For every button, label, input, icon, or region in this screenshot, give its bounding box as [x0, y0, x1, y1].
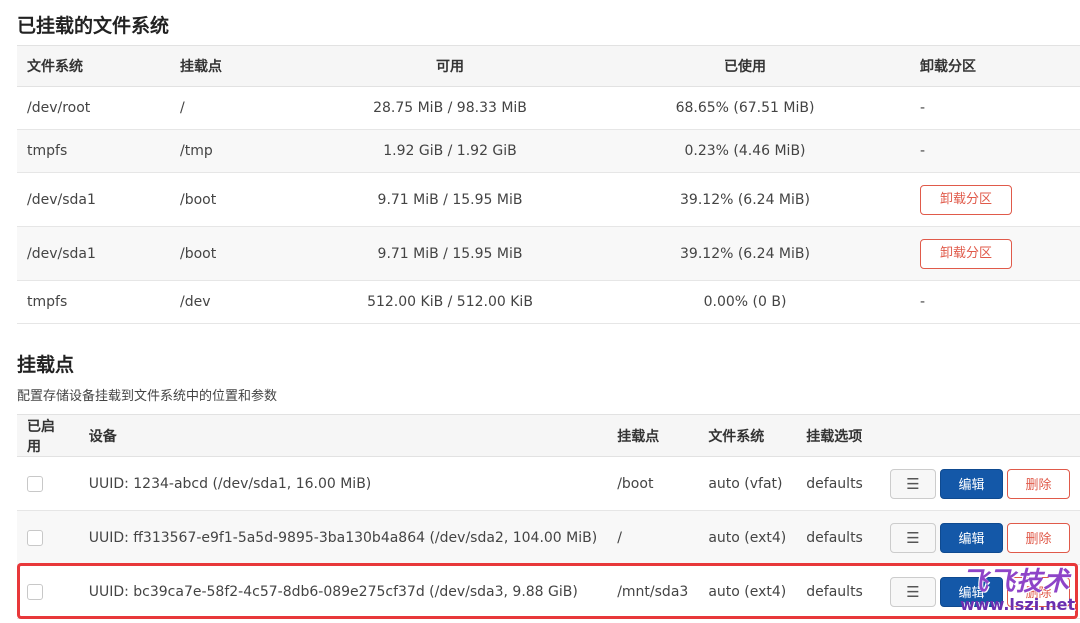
reorder-button[interactable]: ☰: [890, 468, 936, 499]
mounted-filesystems-title: 已挂载的文件系统: [17, 15, 170, 37]
cell-device: UUID: 1234-abcd (/dev/sda1, 16.00 MiB): [78, 456, 608, 511]
edit-button[interactable]: 编辑: [940, 468, 1003, 499]
cell-enabled: [17, 456, 79, 511]
delete-button[interactable]: 删除: [1007, 576, 1070, 607]
mountpoints-title: 挂载点: [17, 354, 75, 376]
cell-mountpoint: /dev: [170, 280, 320, 324]
cell-unmount: -: [910, 129, 1080, 173]
col-header-mountpoint: 挂载点: [607, 414, 699, 457]
table-header-row: 已启用 设备 挂载点 文件系统 挂载选项: [17, 414, 1080, 457]
table-row: UUID: bc39ca7e-58f2-4c57-8db6-089e275cf3…: [17, 564, 1080, 619]
enabled-checkbox[interactable]: [27, 529, 43, 546]
cell-actions: ☰ 编辑 删除: [880, 564, 1080, 619]
cell-filesystem: /dev/sda1: [17, 172, 170, 227]
table-row: /dev/sda1 /boot 9.71 MiB / 15.95 MiB 39.…: [17, 172, 1080, 227]
cell-filesystem: tmpfs: [17, 129, 170, 173]
cell-filesystem: /dev/root: [17, 86, 170, 130]
table-row: tmpfs /dev 512.00 KiB / 512.00 KiB 0.00%…: [17, 280, 1080, 324]
cell-options: defaults: [796, 510, 880, 565]
col-header-enabled: 已启用: [17, 414, 79, 457]
edit-button[interactable]: 编辑: [940, 576, 1003, 607]
cell-used: 39.12% (6.24 MiB): [580, 226, 910, 281]
cell-mountpoint: /: [170, 86, 320, 130]
mountpoints-description: 配置存储设备挂载到文件系统中的位置和参数: [17, 389, 278, 404]
delete-button[interactable]: 删除: [1007, 468, 1070, 499]
mounted-filesystems-table: 文件系统 挂载点 可用 已使用 卸载分区 /dev/root / 28.75 M…: [17, 45, 1080, 324]
cell-options: defaults: [796, 456, 880, 511]
cell-filesystem: auto (ext4): [698, 564, 797, 619]
col-header-filesystem: 文件系统: [698, 414, 797, 457]
enabled-checkbox[interactable]: [27, 583, 43, 600]
cell-device: UUID: ff313567-e9f1-5a5d-9895-3ba130b4a8…: [78, 510, 608, 565]
col-header-options: 挂载选项: [796, 414, 880, 457]
col-header-used: 已使用: [580, 45, 910, 87]
cell-available: 512.00 KiB / 512.00 KiB: [320, 280, 580, 324]
menu-icon: ☰: [906, 528, 920, 547]
reorder-button[interactable]: ☰: [890, 522, 936, 553]
col-header-actions: [880, 414, 1080, 457]
table-row: tmpfs /tmp 1.92 GiB / 1.92 GiB 0.23% (4.…: [17, 129, 1080, 173]
enabled-checkbox[interactable]: [27, 475, 43, 492]
table-row: /dev/sda1 /boot 9.71 MiB / 15.95 MiB 39.…: [17, 226, 1080, 281]
table-row: UUID: 1234-abcd (/dev/sda1, 16.00 MiB) /…: [17, 456, 1080, 511]
menu-icon: ☰: [906, 474, 920, 493]
col-header-mountpoint: 挂载点: [170, 45, 320, 87]
cell-mountpoint: /boot: [170, 172, 320, 227]
cell-mountpoint: /boot: [170, 226, 320, 281]
cell-device: UUID: bc39ca7e-58f2-4c57-8db6-089e275cf3…: [78, 564, 608, 619]
col-header-device: 设备: [78, 414, 608, 457]
cell-used: 0.00% (0 B): [580, 280, 910, 324]
unmount-button[interactable]: 卸载分区: [920, 184, 1012, 215]
cell-unmount: -: [910, 280, 1080, 324]
cell-mountpoint: /: [607, 510, 699, 565]
table-row: /dev/root / 28.75 MiB / 98.33 MiB 68.65%…: [17, 86, 1080, 130]
cell-filesystem: auto (ext4): [698, 510, 797, 565]
cell-unmount: -: [910, 86, 1080, 130]
table-header-row: 文件系统 挂载点 可用 已使用 卸载分区: [17, 45, 1080, 87]
reorder-button[interactable]: ☰: [890, 576, 936, 607]
cell-available: 1.92 GiB / 1.92 GiB: [320, 129, 580, 173]
cell-mountpoint: /tmp: [170, 129, 320, 173]
col-header-unmount: 卸载分区: [910, 45, 1080, 87]
delete-button[interactable]: 删除: [1007, 522, 1070, 553]
cell-filesystem: tmpfs: [17, 280, 170, 324]
cell-mountpoint: /mnt/sda3: [607, 564, 699, 619]
cell-available: 9.71 MiB / 15.95 MiB: [320, 172, 580, 227]
cell-unmount: 卸载分区: [910, 226, 1080, 281]
table-row: UUID: ff313567-e9f1-5a5d-9895-3ba130b4a8…: [17, 510, 1080, 565]
col-header-filesystem: 文件系统: [17, 45, 170, 87]
cell-options: defaults: [796, 564, 880, 619]
cell-used: 39.12% (6.24 MiB): [580, 172, 910, 227]
mountpoints-table: 已启用 设备 挂载点 文件系统 挂载选项 UUID: 1234-abcd (/d…: [17, 414, 1080, 619]
cell-unmount: 卸载分区: [910, 172, 1080, 227]
cell-actions: ☰ 编辑 删除: [880, 456, 1080, 511]
unmount-button[interactable]: 卸载分区: [920, 238, 1012, 269]
cell-actions: ☰ 编辑 删除: [880, 510, 1080, 565]
cell-filesystem: auto (vfat): [698, 456, 797, 511]
cell-available: 9.71 MiB / 15.95 MiB: [320, 226, 580, 281]
cell-enabled: [17, 564, 79, 619]
cell-available: 28.75 MiB / 98.33 MiB: [320, 86, 580, 130]
cell-enabled: [17, 510, 79, 565]
col-header-available: 可用: [320, 45, 580, 87]
cell-mountpoint: /boot: [607, 456, 699, 511]
cell-used: 0.23% (4.46 MiB): [580, 129, 910, 173]
cell-filesystem: /dev/sda1: [17, 226, 170, 281]
cell-used: 68.65% (67.51 MiB): [580, 86, 910, 130]
edit-button[interactable]: 编辑: [940, 522, 1003, 553]
menu-icon: ☰: [906, 582, 920, 601]
